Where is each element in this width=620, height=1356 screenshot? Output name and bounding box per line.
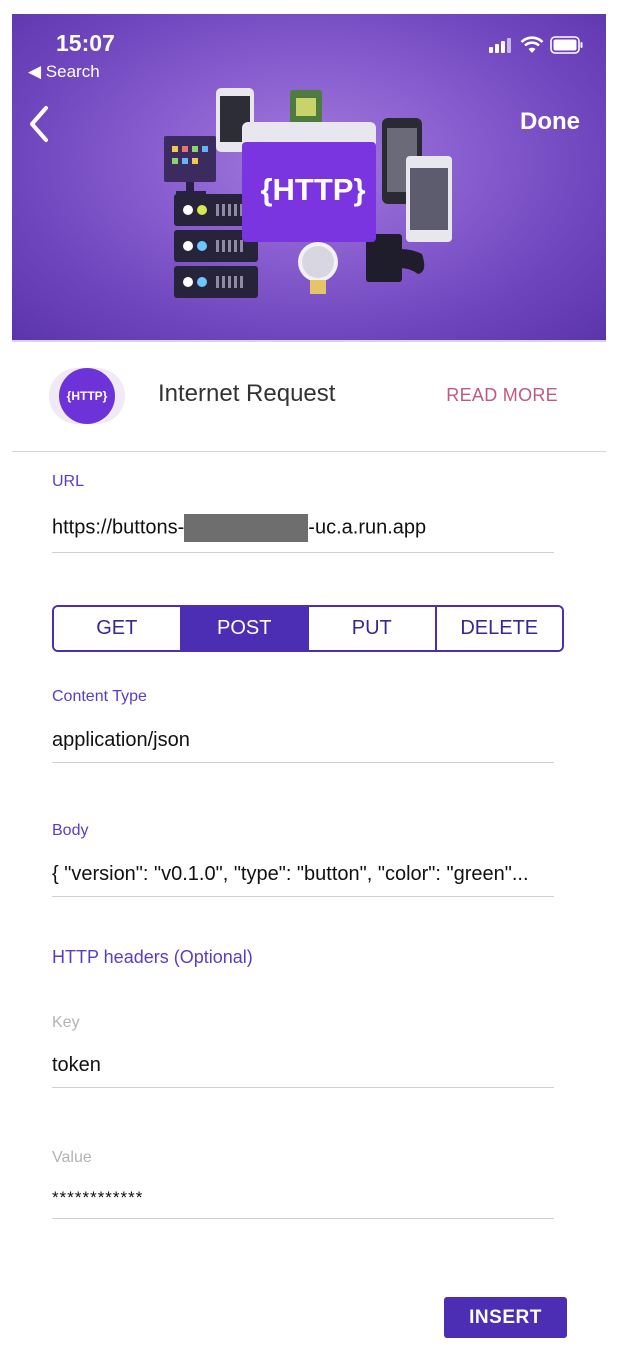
http-headers-section-label: HTTP headers (Optional) xyxy=(52,947,253,967)
insert-button[interactable]: INSERT xyxy=(444,1297,567,1338)
back-to-search-link[interactable]: ◀ Search xyxy=(28,62,100,82)
back-chevron-icon[interactable] xyxy=(22,102,58,146)
method-delete-tab[interactable]: DELETE xyxy=(436,607,562,650)
http-app-icon: {HTTP} xyxy=(59,368,115,424)
url-input[interactable]: https://buttons- -uc.a.run.app xyxy=(52,514,554,553)
url-label: URL xyxy=(52,473,85,490)
content-type-input[interactable]: application/json xyxy=(52,729,554,763)
body-label: Body xyxy=(52,822,89,839)
battery-icon xyxy=(550,36,583,54)
hero-divider xyxy=(12,340,606,342)
app-icon: {HTTP} xyxy=(49,368,125,424)
app-title: Internet Request xyxy=(158,380,336,407)
hero-header: 15:07 ◀ Search Done {HTTP} xyxy=(12,14,606,342)
header-value-input[interactable]: ************ xyxy=(52,1188,554,1219)
url-suffix: -uc.a.run.app xyxy=(308,516,427,539)
header-key-input[interactable]: token xyxy=(52,1054,554,1088)
wifi-icon xyxy=(520,36,544,53)
method-get-tab[interactable]: GET xyxy=(54,607,182,650)
http-method-selector: GET POST PUT DELETE xyxy=(52,605,564,652)
url-prefix: https://buttons- xyxy=(52,516,185,539)
method-post-tab[interactable]: POST xyxy=(181,607,309,650)
http-badge: {HTTP} xyxy=(260,172,366,207)
app-info-row: {HTTP} Internet Request READ MORE xyxy=(0,360,620,450)
status-indicators xyxy=(488,36,584,54)
header-key-label: Key xyxy=(52,1014,80,1031)
signal-icon xyxy=(489,38,511,53)
body-input[interactable]: { "version": "v0.1.0", "type": "button",… xyxy=(52,863,554,897)
header-value-label: Value xyxy=(52,1149,92,1166)
redacted-block xyxy=(184,514,309,542)
section-divider xyxy=(12,451,606,452)
done-button[interactable]: Done xyxy=(520,108,580,136)
content-type-label: Content Type xyxy=(52,688,147,705)
read-more-link[interactable]: READ MORE xyxy=(446,385,558,406)
status-time: 15:07 xyxy=(56,30,115,56)
method-put-tab[interactable]: PUT xyxy=(309,607,437,650)
